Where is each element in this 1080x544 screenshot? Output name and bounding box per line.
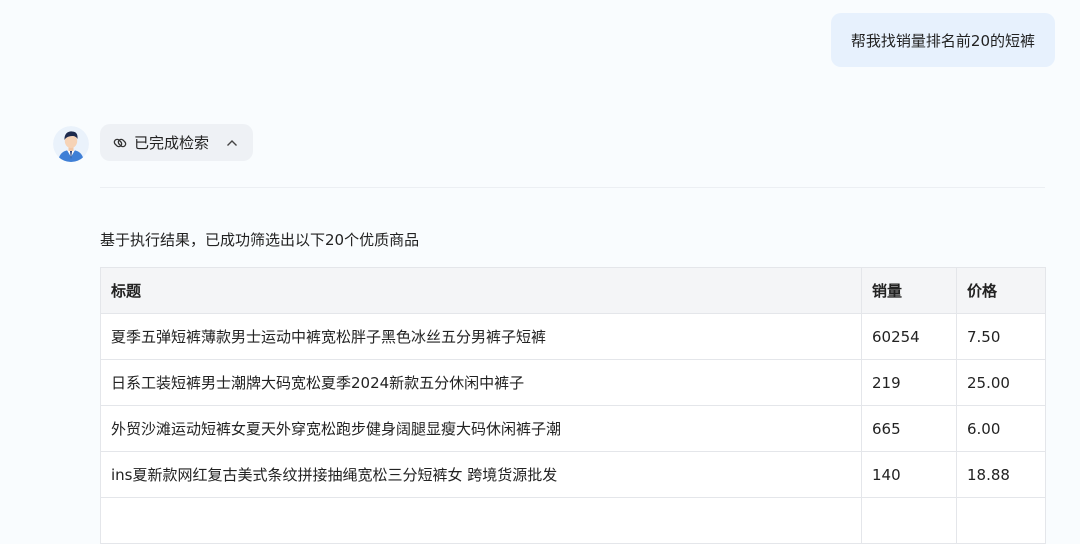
user-message-bubble: 帮我找销量排名前20的短裤 [830,13,1055,67]
cell-sales [861,497,957,544]
cell-title: 日系工装短裤男士潮牌大码宽松夏季2024新款五分休闲中裤子 [100,359,862,406]
cell-sales: 60254 [861,313,957,360]
assistant-avatar [53,126,89,162]
table-row: 外贸沙滩运动短裤女夏天外穿宽松跑步健身阔腿显瘦大码休闲裤子潮 665 6.00 [100,405,1046,452]
cell-price: 6.00 [956,405,1046,452]
table-row [100,497,1046,544]
divider [100,187,1045,188]
search-status-label: 已完成检索 [134,134,210,152]
user-message-text: 帮我找销量排名前20的短裤 [850,31,1035,50]
header-title: 标题 [100,267,862,314]
header-price: 价格 [956,267,1046,314]
table-row: 夏季五弹短裤薄款男士运动中裤宽松胖子黑色冰丝五分男裤子短裤 60254 7.50 [100,313,1046,360]
results-table: 标题 销量 价格 夏季五弹短裤薄款男士运动中裤宽松胖子黑色冰丝五分男裤子短裤 6… [100,267,1046,544]
cell-sales: 665 [861,405,957,452]
table-row: 日系工装短裤男士潮牌大码宽松夏季2024新款五分休闲中裤子 219 25.00 [100,359,1046,406]
search-status-toggle[interactable]: 已完成检索 [100,124,254,161]
assistant-avatar-icon [53,126,89,162]
result-summary: 基于执行结果，已成功筛选出以下20个优质商品 [100,231,420,249]
cell-price [956,497,1046,544]
chevron-up-icon [225,136,239,150]
cell-title: 夏季五弹短裤薄款男士运动中裤宽松胖子黑色冰丝五分男裤子短裤 [100,313,862,360]
cell-title: 外贸沙滩运动短裤女夏天外穿宽松跑步健身阔腿显瘦大码休闲裤子潮 [100,405,862,452]
header-sales: 销量 [861,267,957,314]
cell-price: 18.88 [956,451,1046,498]
cell-sales: 140 [861,451,957,498]
cell-sales: 219 [861,359,957,406]
cell-price: 7.50 [956,313,1046,360]
cell-title [100,497,862,544]
link-icon [112,135,128,151]
table-header-row: 标题 销量 价格 [100,267,1046,314]
table-row: ins夏新款网红复古美式条纹拼接抽绳宽松三分短裤女 跨境货源批发 140 18.… [100,451,1046,498]
cell-price: 25.00 [956,359,1046,406]
cell-title: ins夏新款网红复古美式条纹拼接抽绳宽松三分短裤女 跨境货源批发 [100,451,862,498]
